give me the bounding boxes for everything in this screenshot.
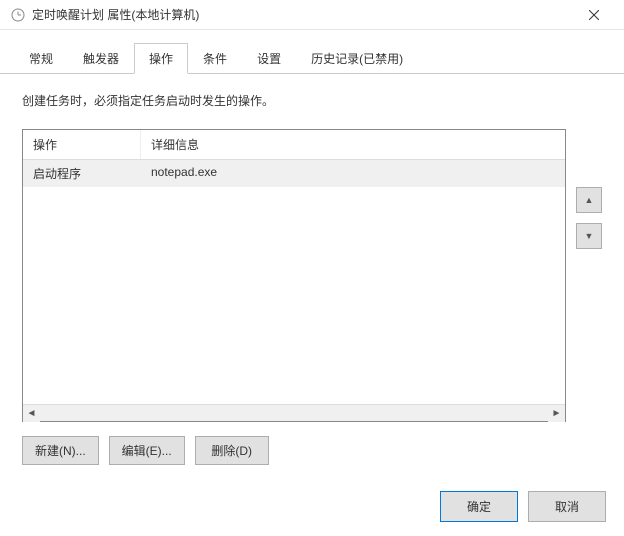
window-title: 定时唤醒计划 属性(本地计算机)	[32, 6, 574, 23]
column-details[interactable]: 详细信息	[141, 130, 565, 159]
cell-details: notepad.exe	[141, 160, 565, 187]
tab-settings[interactable]: 设置	[242, 43, 296, 74]
close-button[interactable]	[574, 1, 614, 29]
ok-button[interactable]: 确定	[440, 491, 518, 522]
tab-strip: 常规 触发器 操作 条件 设置 历史记录(已禁用)	[0, 30, 624, 74]
move-down-button[interactable]: ▼	[576, 223, 602, 249]
instruction-text: 创建任务时，必须指定任务启动时发生的操作。	[22, 92, 602, 109]
table-row[interactable]: 启动程序 notepad.exe	[23, 160, 565, 187]
tab-conditions[interactable]: 条件	[188, 43, 242, 74]
column-operation[interactable]: 操作	[23, 130, 141, 159]
tab-content-actions: 创建任务时，必须指定任务启动时发生的操作。 操作 详细信息 启动程序 notep…	[0, 74, 624, 475]
tab-actions[interactable]: 操作	[134, 43, 188, 74]
dialog-footer: 确定 取消	[440, 491, 606, 522]
scroll-right-icon[interactable]: ►	[548, 405, 565, 422]
horizontal-scrollbar[interactable]: ◄ ►	[23, 404, 565, 421]
scroll-left-icon[interactable]: ◄	[23, 405, 40, 422]
tab-history[interactable]: 历史记录(已禁用)	[296, 43, 418, 74]
tab-triggers[interactable]: 触发器	[68, 43, 134, 74]
close-icon	[589, 10, 599, 20]
down-arrow-icon: ▼	[585, 231, 594, 241]
title-bar: 定时唤醒计划 属性(本地计算机)	[0, 0, 624, 30]
up-arrow-icon: ▲	[585, 195, 594, 205]
reorder-buttons: ▲ ▼	[576, 129, 602, 422]
new-button[interactable]: 新建(N)...	[22, 436, 99, 465]
tab-general[interactable]: 常规	[14, 43, 68, 74]
table-header: 操作 详细信息	[23, 130, 565, 160]
delete-button[interactable]: 删除(D)	[195, 436, 269, 465]
cancel-button[interactable]: 取消	[528, 491, 606, 522]
clock-icon	[10, 7, 26, 23]
action-buttons-row: 新建(N)... 编辑(E)... 删除(D)	[22, 436, 602, 465]
edit-button[interactable]: 编辑(E)...	[109, 436, 185, 465]
actions-table: 操作 详细信息 启动程序 notepad.exe ◄ ►	[22, 129, 566, 422]
move-up-button[interactable]: ▲	[576, 187, 602, 213]
table-body[interactable]: 启动程序 notepad.exe	[23, 160, 565, 404]
cell-operation: 启动程序	[23, 160, 141, 187]
